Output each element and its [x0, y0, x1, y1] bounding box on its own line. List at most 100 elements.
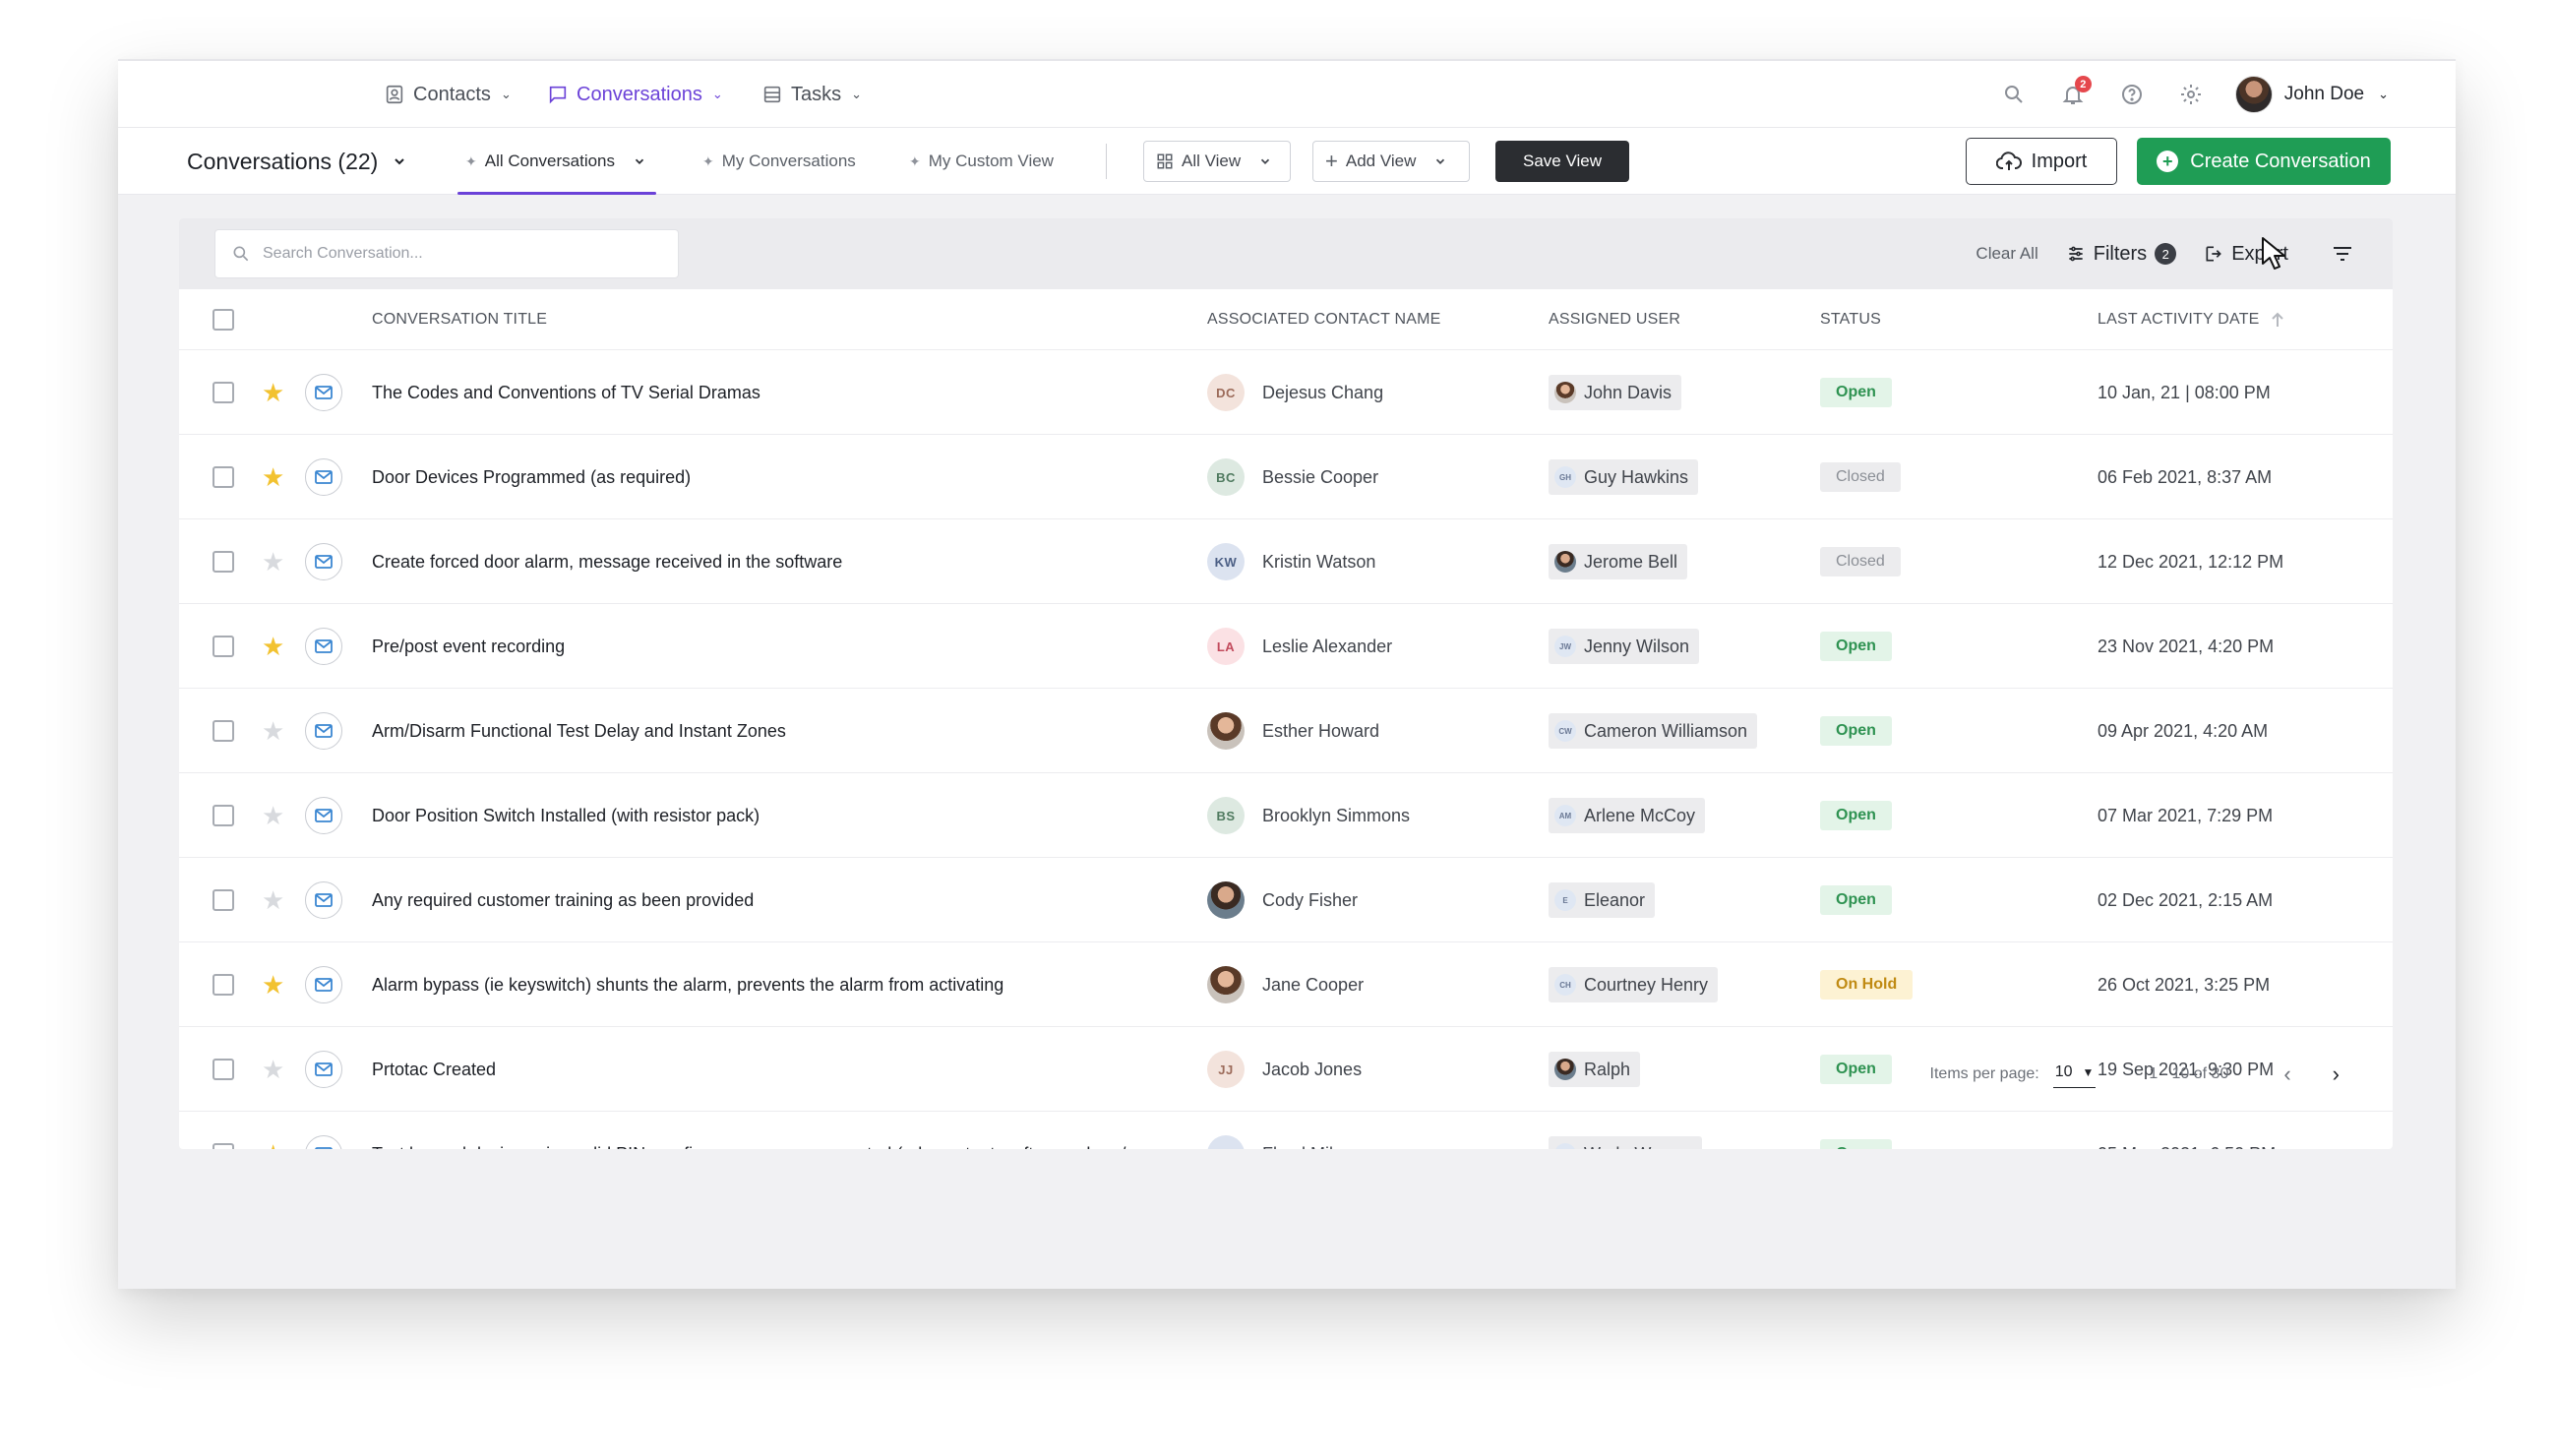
all-view-dropdown[interactable]: All View	[1143, 141, 1291, 182]
col-title-header[interactable]: CONVERSATION TITLE	[372, 289, 547, 350]
row-checkbox[interactable]	[213, 382, 234, 403]
conversation-title[interactable]: Prtotac Created	[372, 1060, 496, 1080]
table-row[interactable]: ★ Test keypad device using valid PIN, co…	[179, 1112, 2393, 1149]
user-menu[interactable]: John Doe ⌄	[2234, 76, 2389, 113]
nav-contacts[interactable]: Contacts ⌄	[384, 61, 512, 128]
table-row[interactable]: ★ Arm/Disarm Functional Test Delay and I…	[179, 689, 2393, 773]
conversation-title[interactable]: Door Devices Programmed (as required)	[372, 467, 691, 488]
contact-link[interactable]: BS Brooklyn Simmons	[1207, 797, 1410, 834]
col-user-header[interactable]: ASSIGNED USER	[1549, 289, 1680, 350]
conversation-title[interactable]: Test keypad device using valid PIN, conf…	[372, 1144, 1140, 1150]
assigned-user-chip[interactable]: Ralph	[1549, 1052, 1641, 1087]
conversation-title[interactable]: Door Position Switch Installed (with res…	[372, 806, 760, 826]
assigned-user-chip[interactable]: CW Cameron Williamson	[1549, 713, 1758, 749]
row-checkbox[interactable]	[213, 636, 234, 657]
add-view-dropdown[interactable]: + Add View	[1312, 141, 1470, 182]
tab-my-conversations[interactable]: ✦ My Conversations	[702, 128, 856, 195]
star-icon[interactable]: ★	[262, 380, 284, 405]
assigned-user-chip[interactable]: GH Guy Hawkins	[1549, 459, 1699, 495]
star-icon[interactable]: ★	[262, 972, 284, 998]
import-button[interactable]: Import	[1966, 138, 2117, 185]
filters-button[interactable]: Filters 2	[2066, 243, 2177, 266]
contact-link[interactable]: JJ Jacob Jones	[1207, 1051, 1362, 1088]
col-contact-header[interactable]: ASSOCIATED CONTACT NAME	[1207, 289, 1441, 350]
col-status-header[interactable]: STATUS	[1820, 289, 1881, 350]
contact-link[interactable]: FM Floyd Miles	[1207, 1135, 1352, 1149]
contact-link[interactable]: DC Dejesus Chang	[1207, 374, 1383, 411]
table-row[interactable]: ★ Pre/post event recording LA Leslie Ale…	[179, 604, 2393, 689]
table-row[interactable]: ★ Create forced door alarm, message rece…	[179, 519, 2393, 604]
assigned-user-chip[interactable]: CH Courtney Henry	[1549, 967, 1719, 1002]
star-icon[interactable]: ★	[262, 634, 284, 659]
conversation-title[interactable]: Alarm bypass (ie keyswitch) shunts the a…	[372, 975, 1003, 996]
items-per-page-select[interactable]: 10 ▼	[2052, 1062, 2097, 1088]
sort-menu-button[interactable]	[2328, 239, 2357, 269]
search-input[interactable]	[263, 245, 656, 263]
select-all-checkbox[interactable]	[213, 309, 234, 331]
mail-icon[interactable]	[305, 458, 342, 496]
table-row[interactable]: ★ Alarm bypass (ie keyswitch) shunts the…	[179, 942, 2393, 1027]
assigned-user-chip[interactable]: Jerome Bell	[1549, 544, 1688, 579]
conversation-title[interactable]: Arm/Disarm Functional Test Delay and Ins…	[372, 721, 786, 742]
star-icon[interactable]: ★	[262, 803, 284, 828]
next-page-button[interactable]: ›	[2319, 1062, 2353, 1087]
star-icon[interactable]: ★	[262, 1141, 284, 1149]
mail-icon[interactable]	[305, 1051, 342, 1088]
help-button[interactable]	[2117, 80, 2147, 109]
mail-icon[interactable]	[305, 543, 342, 580]
notifications-button[interactable]: 2	[2058, 76, 2092, 109]
row-checkbox[interactable]	[213, 551, 234, 573]
assigned-user-chip[interactable]: WW Wade Warren	[1549, 1136, 1702, 1149]
settings-button[interactable]	[2176, 80, 2206, 109]
row-checkbox[interactable]	[213, 805, 234, 826]
assigned-user-chip[interactable]: AM Arlene McCoy	[1549, 798, 1706, 833]
create-conversation-button[interactable]: + Create Conversation	[2137, 138, 2391, 185]
conversation-title[interactable]: Any required customer training as been p…	[372, 890, 754, 911]
table-row[interactable]: ★ The Codes and Conventions of TV Serial…	[179, 350, 2393, 435]
row-checkbox[interactable]	[213, 889, 234, 911]
row-checkbox[interactable]	[213, 974, 234, 996]
search-button[interactable]	[1999, 80, 2029, 109]
star-icon[interactable]: ★	[262, 887, 284, 913]
mail-icon[interactable]	[305, 881, 342, 919]
contact-link[interactable]: Esther Howard	[1207, 712, 1379, 750]
mail-icon[interactable]	[305, 712, 342, 750]
star-icon[interactable]: ★	[262, 718, 284, 744]
clear-all-link[interactable]: Clear All	[1976, 244, 2037, 264]
nav-conversations[interactable]: Conversations ⌄	[547, 61, 723, 128]
contact-link[interactable]: KW Kristin Watson	[1207, 543, 1375, 580]
star-icon[interactable]: ★	[262, 549, 284, 575]
star-icon[interactable]: ★	[262, 1057, 284, 1082]
mail-icon[interactable]	[305, 966, 342, 1003]
prev-page-button[interactable]: ‹	[2270, 1062, 2304, 1087]
col-date-header[interactable]: LAST ACTIVITY DATE	[2098, 289, 2285, 350]
contact-link[interactable]: BC Bessie Cooper	[1207, 458, 1378, 496]
mail-icon[interactable]	[305, 1135, 342, 1149]
tab-all-conversations[interactable]: ✦ All Conversations	[457, 128, 656, 195]
mail-icon[interactable]	[305, 797, 342, 834]
row-checkbox[interactable]	[213, 466, 234, 488]
mail-icon[interactable]	[305, 628, 342, 665]
row-checkbox[interactable]	[213, 1059, 234, 1080]
nav-tasks[interactable]: Tasks ⌄	[761, 61, 862, 128]
row-checkbox[interactable]	[213, 720, 234, 742]
conversation-title[interactable]: Create forced door alarm, message receiv…	[372, 552, 842, 573]
conversation-title[interactable]: Pre/post event recording	[372, 637, 565, 657]
contact-link[interactable]: Jane Cooper	[1207, 966, 1364, 1003]
assigned-user-chip[interactable]: E Eleanor	[1549, 882, 1656, 918]
tab-my-custom-view[interactable]: ✦ My Custom View	[909, 128, 1054, 195]
row-checkbox[interactable]	[213, 1143, 234, 1149]
view-selector[interactable]: Conversations (22)	[187, 128, 407, 195]
star-icon[interactable]: ★	[262, 464, 284, 490]
assigned-user-chip[interactable]: JW Jenny Wilson	[1549, 629, 1700, 664]
mail-icon[interactable]	[305, 374, 342, 411]
conversation-title[interactable]: The Codes and Conventions of TV Serial D…	[372, 383, 760, 403]
table-row[interactable]: ★ Any required customer training as been…	[179, 858, 2393, 942]
contact-link[interactable]: Cody Fisher	[1207, 881, 1358, 919]
save-view-button[interactable]: Save View	[1495, 141, 1629, 182]
table-row[interactable]: ★ Door Position Switch Installed (with r…	[179, 773, 2393, 858]
search-box[interactable]	[214, 229, 679, 278]
contact-link[interactable]: LA Leslie Alexander	[1207, 628, 1392, 665]
assigned-user-chip[interactable]: John Davis	[1549, 375, 1682, 410]
table-row[interactable]: ★ Door Devices Programmed (as required) …	[179, 435, 2393, 519]
